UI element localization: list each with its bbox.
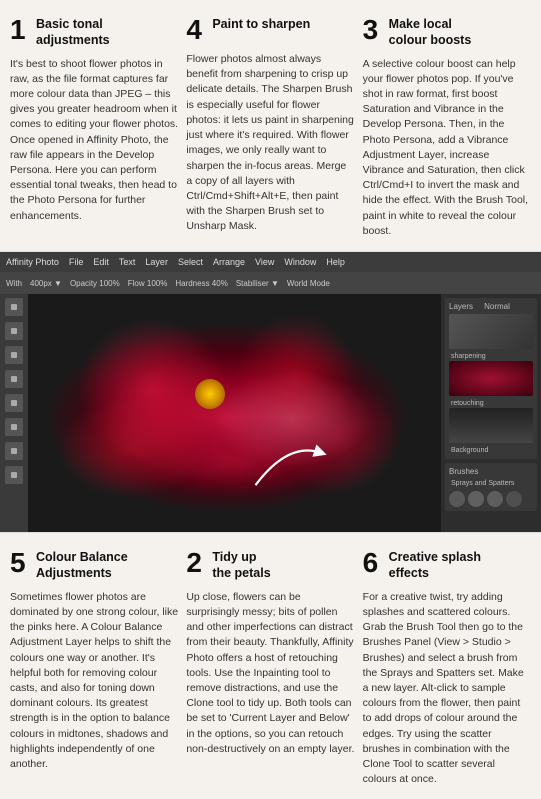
toolbar-hardness[interactable]: Hardness 40%: [175, 279, 227, 288]
petal-highlight: [111, 330, 441, 509]
card-body-1: It's best to shoot flower photos in raw,…: [10, 57, 178, 224]
menu-layer[interactable]: Layer: [145, 257, 168, 267]
brush-swatch-1[interactable]: [449, 491, 465, 507]
app-window: Affinity Photo File Edit Text Layer Sele…: [0, 252, 541, 532]
step-number-5: 5: [10, 549, 30, 577]
app-toolbar: With 400px ▼ Opacity 100% Flow 100% Hard…: [0, 272, 541, 294]
toolbar-size[interactable]: 400px ▼: [30, 279, 62, 288]
bottom-card-6: 6 Creative splasheffects For a creative …: [363, 549, 531, 787]
card-title-3: Make localcolour boosts: [389, 16, 472, 49]
bottom-card-2: 2 Tidy upthe petals Up close, flowers ca…: [186, 549, 354, 787]
menu-help[interactable]: Help: [326, 257, 345, 267]
tool-clone[interactable]: [5, 346, 23, 364]
tool-text[interactable]: [5, 442, 23, 460]
toolbar-stabiliser[interactable]: Stabiliser ▼: [236, 279, 279, 288]
menu-window[interactable]: Window: [284, 257, 316, 267]
tool-zoom[interactable]: [5, 466, 23, 484]
left-tool-panel: [0, 294, 28, 532]
retouching-layer-label[interactable]: retouching: [449, 399, 533, 408]
step-number-1: 1: [10, 16, 30, 44]
layers-panel: Layers Normal sharpening retouching Back…: [445, 298, 537, 459]
menu-text[interactable]: Text: [119, 257, 136, 267]
card-header-3: 3 Make localcolour boosts: [363, 16, 531, 49]
card-header-5: 5 Colour BalanceAdjustments: [10, 549, 178, 582]
app-menubar: Affinity Photo File Edit Text Layer Sele…: [0, 252, 541, 272]
card-header-4: 4 Paint to sharpen: [186, 16, 354, 44]
menu-affinity[interactable]: Affinity Photo: [6, 257, 59, 267]
bottom-card-5: 5 Colour BalanceAdjustments Sometimes fl…: [10, 549, 178, 787]
top-card-1: 1 Basic tonaladjustments It's best to sh…: [10, 16, 178, 239]
toolbar-world: World Mode: [287, 279, 330, 288]
sharpening-layer-thumb[interactable]: [449, 314, 533, 349]
top-card-4: 4 Paint to sharpen Flower photos almost …: [186, 16, 354, 239]
right-panel: Layers Normal sharpening retouching Back…: [441, 294, 541, 532]
background-layer-thumb[interactable]: [449, 408, 533, 443]
menu-select[interactable]: Select: [178, 257, 203, 267]
brush-swatch-3[interactable]: [487, 491, 503, 507]
card-body-2: Up close, flowers can be surprisingly me…: [186, 590, 354, 757]
toolbar-with: With: [6, 279, 22, 288]
toolbar-opacity[interactable]: Opacity 100%: [70, 279, 120, 288]
card-body-6: For a creative twist, try adding splashe…: [363, 590, 531, 788]
menu-file[interactable]: File: [69, 257, 84, 267]
card-title-2: Tidy upthe petals: [212, 549, 270, 582]
card-header-1: 1 Basic tonaladjustments: [10, 16, 178, 49]
sharpening-layer-label[interactable]: sharpening: [449, 352, 533, 361]
screenshot-section: Affinity Photo File Edit Text Layer Sele…: [0, 252, 541, 532]
canvas-area: [28, 294, 441, 532]
tool-brush[interactable]: [5, 322, 23, 340]
sprays-spatters-label[interactable]: Sprays and Spatters: [449, 479, 533, 488]
brush-swatch-4[interactable]: [506, 491, 522, 507]
toolbar-flow[interactable]: Flow 100%: [128, 279, 168, 288]
brushes-panel: Brushes Sprays and Spatters: [445, 463, 537, 511]
layers-label: Layers Normal: [449, 302, 533, 311]
brushes-label: Brushes: [449, 467, 533, 476]
step-number-3: 3: [363, 16, 383, 44]
card-header-6: 6 Creative splasheffects: [363, 549, 531, 582]
menu-arrange[interactable]: Arrange: [213, 257, 245, 267]
card-body-4: Flower photos almost always benefit from…: [186, 52, 354, 235]
top-section: 1 Basic tonaladjustments It's best to sh…: [0, 0, 541, 252]
top-card-3: 3 Make localcolour boosts A selective co…: [363, 16, 531, 239]
bottom-section: 5 Colour BalanceAdjustments Sometimes fl…: [0, 532, 541, 799]
tool-healing[interactable]: [5, 418, 23, 436]
app-body: Layers Normal sharpening retouching Back…: [0, 294, 541, 532]
step-number-6: 6: [363, 549, 383, 577]
menu-view[interactable]: View: [255, 257, 274, 267]
menu-edit[interactable]: Edit: [93, 257, 109, 267]
step-number-2: 2: [186, 549, 206, 577]
tool-select[interactable]: [5, 370, 23, 388]
card-title-6: Creative splasheffects: [389, 549, 481, 582]
card-body-5: Sometimes flower photos are dominated by…: [10, 590, 178, 773]
tool-crop[interactable]: [5, 394, 23, 412]
card-header-2: 2 Tidy upthe petals: [186, 549, 354, 582]
step-number-4: 4: [186, 16, 206, 44]
card-title-1: Basic tonaladjustments: [36, 16, 110, 49]
tool-move[interactable]: [5, 298, 23, 316]
retouching-layer-thumb[interactable]: [449, 361, 533, 396]
card-body-3: A selective colour boost can help your f…: [363, 57, 531, 240]
card-title-4: Paint to sharpen: [212, 16, 310, 32]
brush-swatch-2[interactable]: [468, 491, 484, 507]
card-title-5: Colour BalanceAdjustments: [36, 549, 128, 582]
flower-center: [195, 379, 225, 409]
background-layer-label[interactable]: Background: [449, 446, 533, 455]
